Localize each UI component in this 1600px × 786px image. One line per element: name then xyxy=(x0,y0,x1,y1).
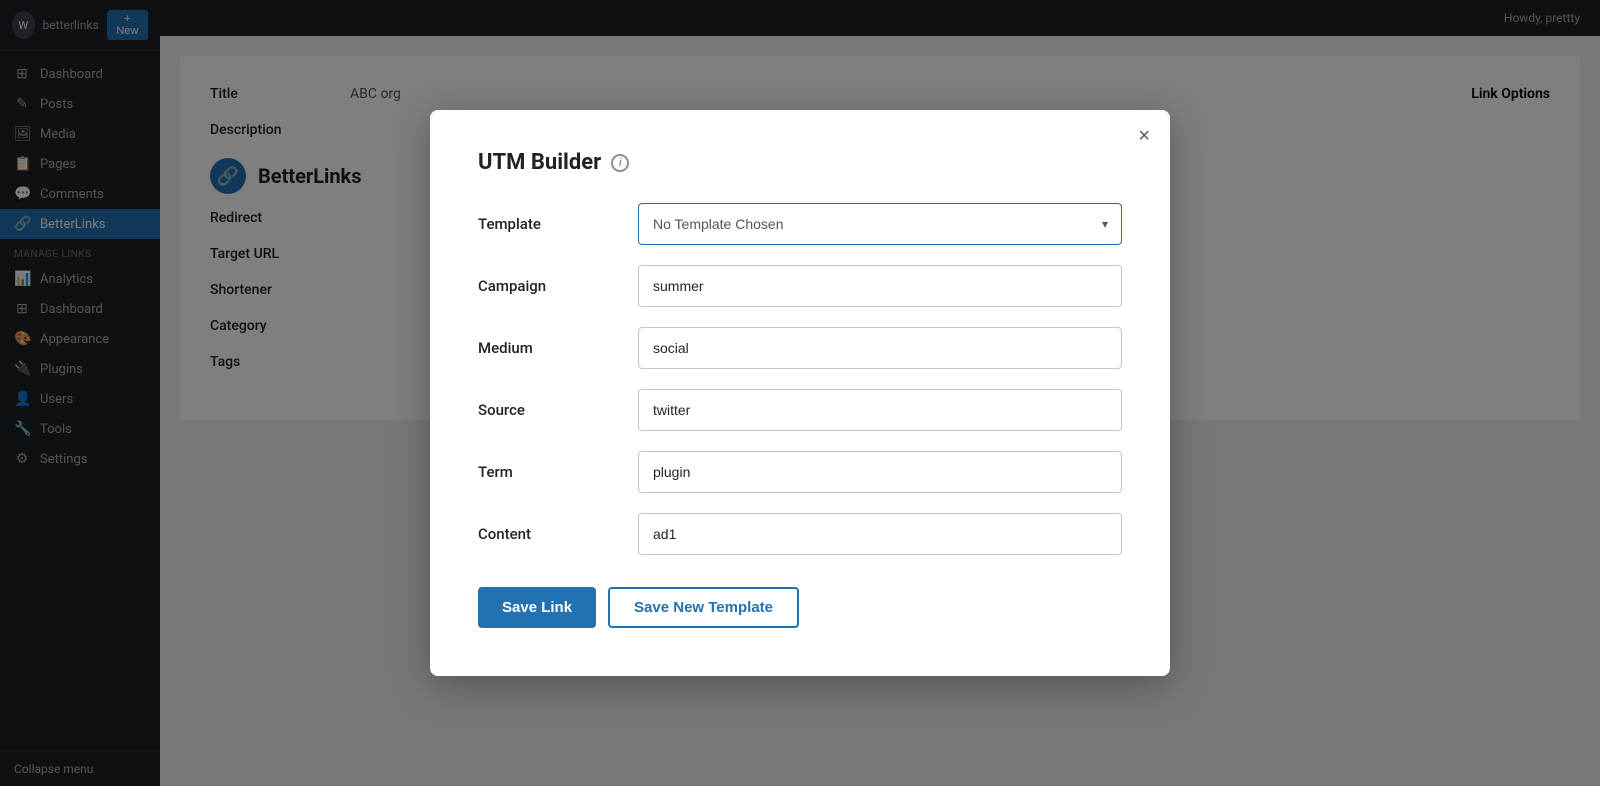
content-row: Content xyxy=(478,513,1122,555)
term-label: Term xyxy=(478,463,638,481)
campaign-input[interactable] xyxy=(638,265,1122,307)
template-select[interactable]: No Template Chosen xyxy=(638,203,1122,245)
content-label: Content xyxy=(478,525,638,543)
save-template-button[interactable]: Save New Template xyxy=(608,587,799,628)
term-input[interactable] xyxy=(638,451,1122,493)
modal-title: UTM Builder i xyxy=(478,150,1122,175)
source-row: Source xyxy=(478,389,1122,431)
campaign-row: Campaign xyxy=(478,265,1122,307)
save-link-button[interactable]: Save Link xyxy=(478,587,596,628)
medium-row: Medium xyxy=(478,327,1122,369)
medium-input[interactable] xyxy=(638,327,1122,369)
button-row: Save Link Save New Template xyxy=(478,587,1122,628)
template-row: Template No Template Chosen ▾ xyxy=(478,203,1122,245)
medium-label: Medium xyxy=(478,339,638,357)
campaign-label: Campaign xyxy=(478,277,638,295)
content-input[interactable] xyxy=(638,513,1122,555)
modal-backdrop: × UTM Builder i Template No Template Cho… xyxy=(0,0,1600,786)
modal-close-button[interactable]: × xyxy=(1138,126,1150,146)
source-label: Source xyxy=(478,401,638,419)
template-label: Template xyxy=(478,215,638,233)
info-icon[interactable]: i xyxy=(611,154,629,172)
template-select-wrapper: No Template Chosen ▾ xyxy=(638,203,1122,245)
utm-builder-modal: × UTM Builder i Template No Template Cho… xyxy=(430,110,1170,676)
source-input[interactable] xyxy=(638,389,1122,431)
term-row: Term xyxy=(478,451,1122,493)
